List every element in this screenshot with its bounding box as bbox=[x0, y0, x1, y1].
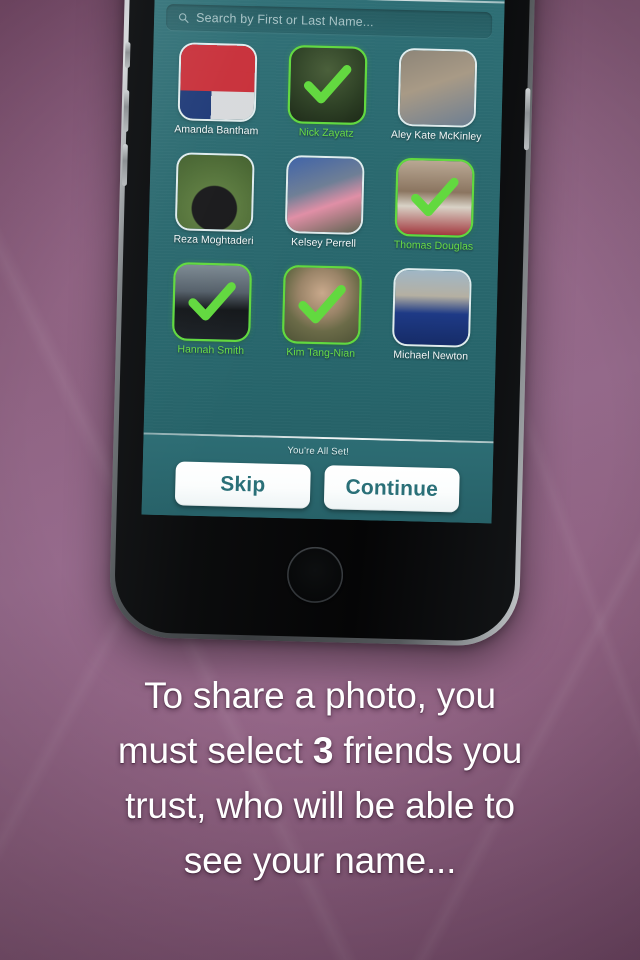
checkmark-icon bbox=[298, 284, 346, 324]
caption-count: 3 bbox=[312, 730, 334, 771]
friend-name: Thomas Douglas bbox=[393, 238, 474, 253]
phone-bezel: Search by First or Last Name... Amanda B… bbox=[113, 0, 533, 642]
friend-avatar[interactable] bbox=[399, 49, 476, 126]
friend-avatar[interactable] bbox=[396, 159, 473, 236]
friend-tile[interactable]: Kelsey Perrell bbox=[268, 153, 381, 266]
status-text: You're All Set! bbox=[287, 445, 350, 458]
caption-text: To share a photo, you must select 3 frie… bbox=[0, 668, 640, 888]
app-screen-select-friends: Search by First or Last Name... Amanda B… bbox=[141, 0, 506, 524]
flag-portrait-image bbox=[179, 44, 256, 121]
search-input[interactable]: Search by First or Last Name... bbox=[165, 3, 493, 39]
friend-avatar[interactable] bbox=[179, 44, 256, 121]
girl-curly-hair-building-image bbox=[399, 49, 476, 126]
caption-line-2-after: friends you bbox=[333, 730, 523, 771]
friend-name: Reza Moghtaderi bbox=[173, 233, 254, 248]
checkmark-icon bbox=[188, 282, 236, 321]
friend-name: Nick Zayatz bbox=[298, 126, 354, 140]
checkmark-icon bbox=[411, 177, 459, 217]
friend-tile[interactable]: Reza Moghtaderi bbox=[158, 150, 271, 263]
caption-line-2: must select 3 friends you bbox=[0, 723, 640, 778]
continue-button[interactable]: Continue bbox=[323, 465, 460, 513]
friend-tile[interactable]: Michael Newton bbox=[375, 265, 488, 378]
volume-up-button[interactable] bbox=[123, 89, 130, 133]
friend-name: Aley Kate McKinley bbox=[390, 128, 482, 143]
friend-name: Amanda Bantham bbox=[174, 123, 259, 138]
search-placeholder-text: Search by First or Last Name... bbox=[195, 10, 374, 30]
friend-avatar[interactable] bbox=[283, 267, 360, 343]
phone-screen: Search by First or Last Name... Amanda B… bbox=[141, 0, 506, 524]
friend-avatar[interactable] bbox=[176, 154, 253, 231]
friend-tile[interactable]: Aley Kate McKinley bbox=[381, 45, 494, 158]
friend-tile[interactable]: Kim Tang-Nian bbox=[265, 263, 378, 376]
caption-line-1: To share a photo, you bbox=[144, 675, 496, 716]
friend-avatar[interactable] bbox=[174, 264, 250, 341]
phone-mockup: Search by First or Last Name... Amanda B… bbox=[108, 0, 538, 648]
friend-name: Kelsey Perrell bbox=[290, 236, 357, 250]
man-black-shirt-trees-image bbox=[176, 154, 253, 231]
search-icon bbox=[179, 12, 189, 23]
caption-line-2-before: must select bbox=[117, 730, 313, 771]
home-button[interactable] bbox=[286, 546, 344, 604]
friend-avatar[interactable] bbox=[289, 47, 366, 123]
friend-tile[interactable]: Amanda Bantham bbox=[161, 40, 274, 153]
caption-line-3: trust, who will be able to bbox=[125, 785, 515, 826]
friend-tile[interactable]: Nick Zayatz bbox=[271, 43, 384, 156]
caption-line-4: see your name... bbox=[183, 840, 457, 881]
friend-tile[interactable]: Thomas Douglas bbox=[378, 155, 491, 268]
friend-avatar[interactable] bbox=[286, 157, 363, 233]
friend-name: Michael Newton bbox=[393, 348, 469, 363]
friends-grid: Amanda Bantham Nick Zayatz Aley Kate McKin… bbox=[144, 34, 504, 440]
friend-name: Kim Tang-Nian bbox=[286, 346, 356, 360]
friend-name: Hannah Smith bbox=[177, 343, 245, 358]
two-women-hugging-image bbox=[286, 157, 363, 233]
volume-down-button[interactable] bbox=[121, 143, 128, 187]
friend-avatar[interactable] bbox=[393, 269, 470, 346]
graduation-couple-image bbox=[393, 269, 470, 346]
footer-actions: You're All Set! Skip Continue bbox=[141, 434, 494, 524]
mute-switch[interactable] bbox=[124, 41, 131, 69]
checkmark-icon bbox=[303, 65, 352, 104]
friend-tile[interactable]: Hannah Smith bbox=[155, 260, 268, 373]
skip-button[interactable]: Skip bbox=[174, 461, 311, 509]
action-button-row: Skip Continue bbox=[142, 461, 493, 514]
